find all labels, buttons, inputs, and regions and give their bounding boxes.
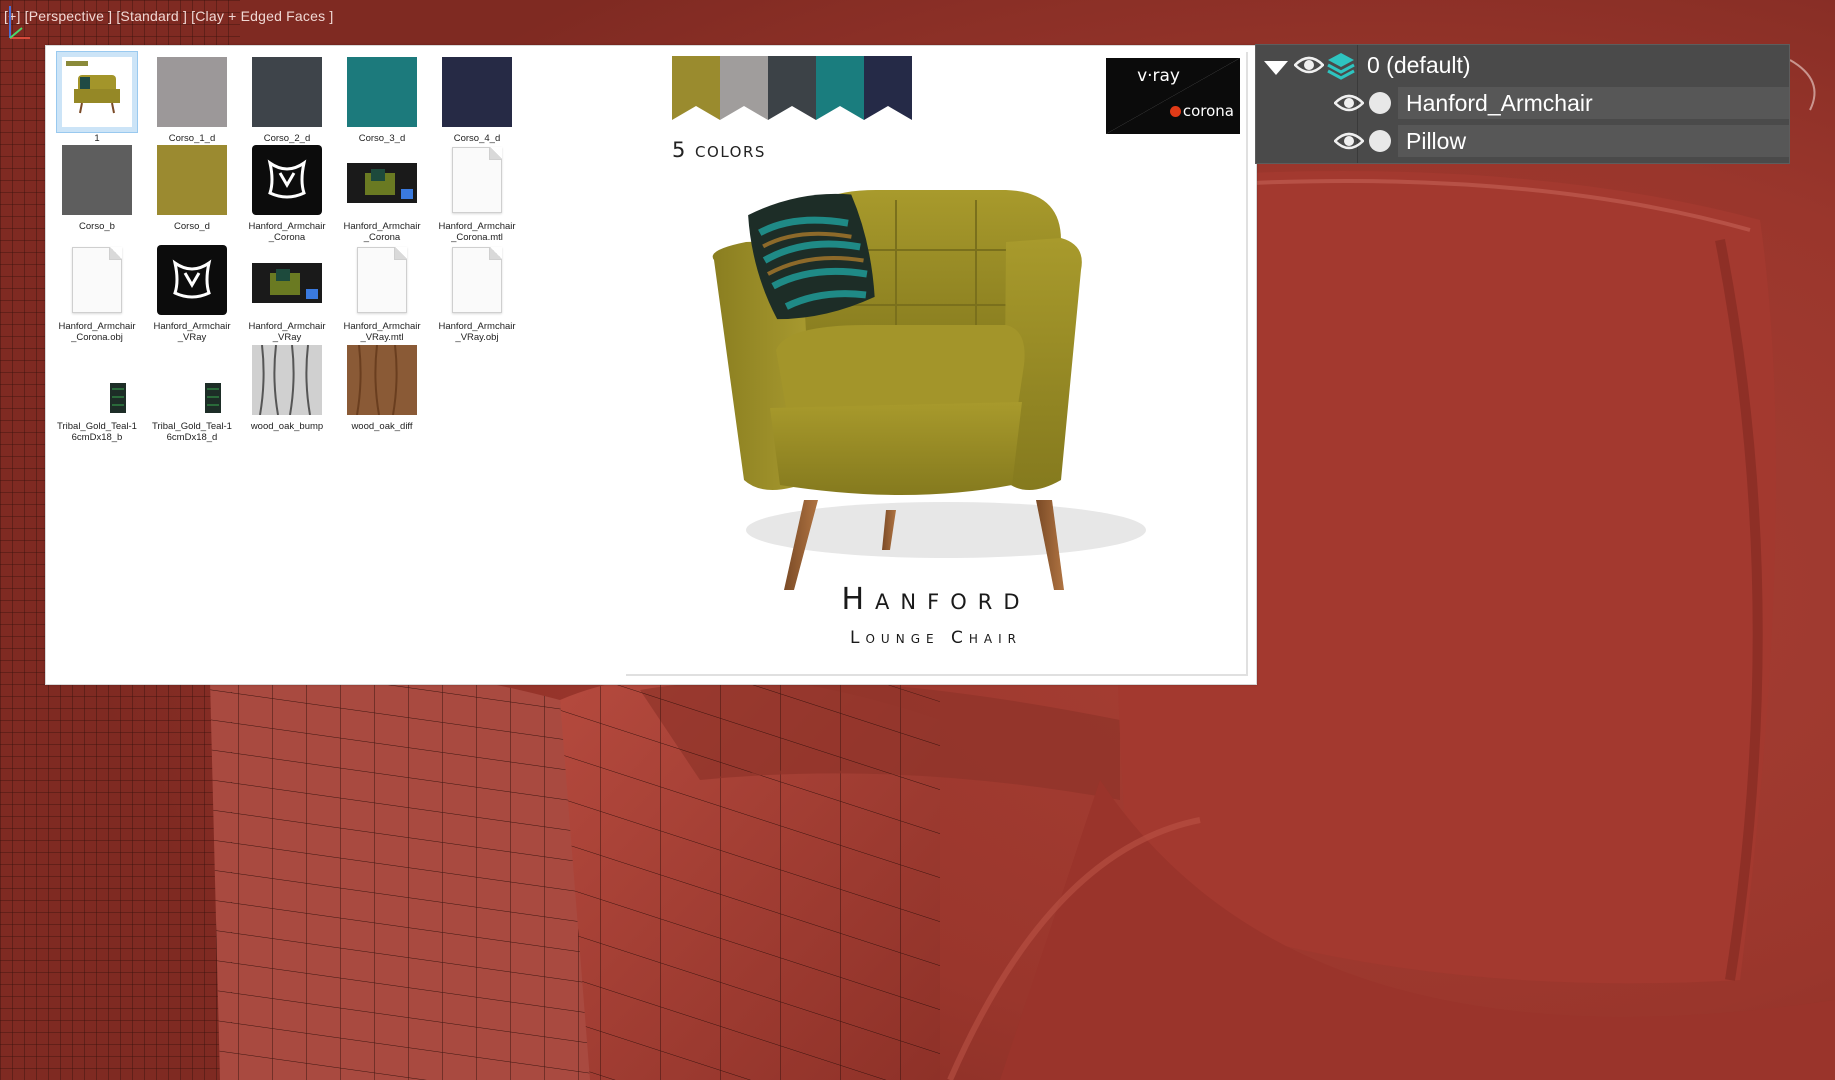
3dsmax-scene-icon	[247, 140, 327, 220]
armchair-image	[712, 190, 1146, 590]
document-icon	[437, 140, 517, 220]
document-page-icon	[452, 247, 502, 313]
texture-swatch-icon	[62, 145, 132, 215]
texture-thumbnail-icon	[247, 340, 327, 420]
file-item[interactable]: Tribal_Gold_Teal-16cmDx18_d	[149, 340, 235, 443]
product-subtitle: Lounge Chair	[850, 628, 1022, 648]
texture-thumbnail-icon	[342, 340, 422, 420]
layer-explorer: 0 (default) Hanford_Armchair Pillow	[1255, 44, 1790, 164]
corona-text: corona	[1182, 102, 1234, 120]
object-color-icon[interactable]	[1369, 130, 1391, 152]
render-thumbnail-icon	[247, 240, 327, 320]
file-item[interactable]: Hanford_Armchair_VRay.mtl	[339, 240, 425, 343]
texture-swatch-icon	[347, 57, 417, 127]
layer-label: Pillow	[1406, 127, 1467, 154]
texture-swatch-icon	[252, 57, 322, 127]
texture-thumbnail-icon	[57, 140, 137, 220]
file-name: wood_oak_diff	[351, 421, 413, 432]
texture-thumbnail-icon	[342, 52, 422, 132]
color-swatches	[672, 56, 912, 120]
file-item[interactable]: wood_oak_diff	[339, 340, 425, 432]
render-preview-icon	[347, 163, 417, 203]
layer-row-hanford-armchair[interactable]: Hanford_Armchair	[1256, 85, 1789, 121]
file-item[interactable]: Corso_4_d	[434, 52, 520, 144]
file-name: Hanford_Armchair_VRay.obj	[438, 321, 516, 343]
axis-gizmo-icon	[9, 6, 30, 39]
armchair-preview-icon	[62, 57, 132, 127]
render-thumbnail-icon	[342, 140, 422, 220]
document-icon	[57, 240, 137, 320]
texture-swatch-icon	[157, 145, 227, 215]
preview-thumbnail-icon	[56, 51, 138, 133]
texture-thumbnail-icon	[152, 52, 232, 132]
colors-count-label: 5 colors	[672, 138, 766, 162]
layer-label: 0 (default)	[1367, 51, 1471, 78]
texture-swatch-icon	[157, 57, 227, 127]
color-swatch	[720, 56, 768, 120]
document-icon	[342, 240, 422, 320]
file-name: wood_oak_bump	[250, 421, 324, 432]
document-page-icon	[72, 247, 122, 313]
color-swatch	[816, 56, 864, 120]
file-item[interactable]: Hanford_Armchair_Corona	[244, 140, 330, 243]
vray-logo: v·ray	[1137, 66, 1180, 86]
texture-swatch-icon	[347, 345, 417, 415]
color-swatch	[864, 56, 912, 120]
texture-thumbnail-icon	[57, 340, 137, 420]
file-name: Corso_d	[174, 221, 210, 232]
layer-row-default[interactable]: 0 (default)	[1256, 47, 1789, 83]
texture-swatch-icon	[442, 57, 512, 127]
max-logo-icon	[157, 245, 227, 315]
render-preview-icon	[252, 263, 322, 303]
texture-thumbnail-icon	[152, 340, 232, 420]
color-swatch	[672, 56, 720, 120]
texture-thumbnail-icon	[152, 140, 232, 220]
visibility-eye-icon[interactable]	[1334, 131, 1364, 151]
corona-dot-icon	[1169, 106, 1181, 117]
file-item[interactable]: Corso_d	[149, 140, 235, 232]
file-name: Tribal_Gold_Teal-16cmDx18_b	[57, 421, 137, 443]
file-browser-panel: 1 Corso_1_d Corso_2_d Corso_3_d Corso_4_d Cor…	[45, 45, 1257, 685]
product-title: Hanford	[841, 582, 1031, 617]
document-page-icon	[357, 247, 407, 313]
product-preview: 5 colors v·ray corona Hanford Lounge Cha…	[626, 52, 1248, 676]
color-swatch	[768, 56, 816, 120]
file-name: Corso_b	[79, 221, 115, 232]
file-item[interactable]: Hanford_Armchair_Corona.obj	[54, 240, 140, 343]
texture-swatch-icon	[252, 345, 322, 415]
file-item[interactable]: wood_oak_bump	[244, 340, 330, 432]
document-icon	[437, 240, 517, 320]
file-item[interactable]: Corso_2_d	[244, 52, 330, 144]
texture-thumbnail-icon	[437, 52, 517, 132]
viewport-label[interactable]: [+] [Perspective ] [Standard ] [Clay + E…	[4, 8, 333, 24]
texture-swatch-icon	[157, 345, 227, 415]
texture-thumbnail-icon	[247, 52, 327, 132]
file-item[interactable]: Corso_b	[54, 140, 140, 232]
file-item[interactable]: Hanford_Armchair_VRay	[244, 240, 330, 343]
visibility-eye-icon[interactable]	[1334, 93, 1364, 113]
file-item[interactable]: Tribal_Gold_Teal-16cmDx18_b	[54, 340, 140, 443]
max-logo-icon	[252, 145, 322, 215]
object-color-icon[interactable]	[1369, 92, 1391, 114]
file-item[interactable]: Hanford_Armchair_VRay	[149, 240, 235, 343]
visibility-eye-icon[interactable]	[1294, 55, 1324, 75]
3dsmax-scene-icon	[152, 240, 232, 320]
expand-triangle-icon[interactable]	[1264, 61, 1288, 75]
file-item[interactable]: Hanford_Armchair_Corona.mtl	[434, 140, 520, 243]
texture-swatch-icon	[62, 345, 132, 415]
file-item[interactable]: 1	[54, 51, 140, 144]
file-item[interactable]: Corso_1_d	[149, 52, 235, 144]
file-item[interactable]: Hanford_Armchair_VRay.obj	[434, 240, 520, 343]
layer-row-pillow[interactable]: Pillow	[1256, 123, 1789, 159]
layers-stack-icon	[1327, 53, 1355, 80]
file-name: Tribal_Gold_Teal-16cmDx18_d	[152, 421, 232, 443]
file-item[interactable]: Corso_3_d	[339, 52, 425, 144]
corona-logo: corona	[1169, 102, 1234, 120]
document-page-icon	[452, 147, 502, 213]
layer-label: Hanford_Armchair	[1406, 89, 1593, 116]
file-item[interactable]: Hanford_Armchair_Corona	[339, 140, 425, 243]
